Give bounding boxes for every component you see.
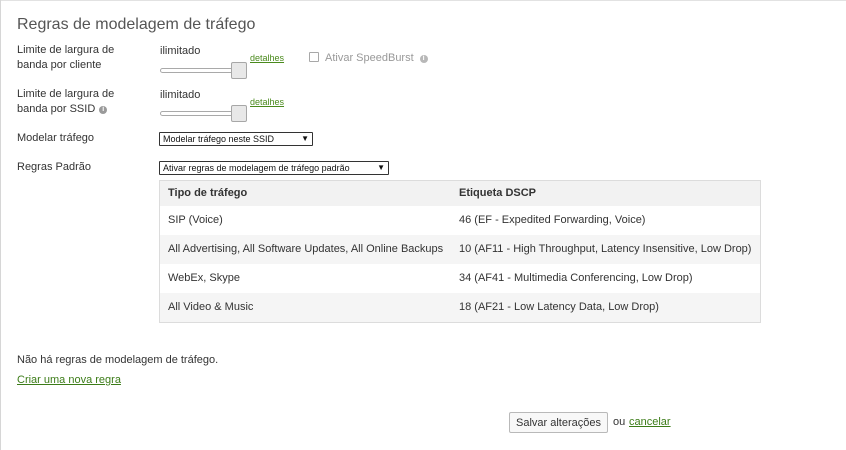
table-row: SIP (Voice) 46 (EF - Expedited Forwardin… — [160, 206, 760, 235]
create-rule-link[interactable]: Criar uma nova regra — [17, 374, 121, 386]
default-rules-table: Tipo de tráfego Etiqueta DSCP SIP (Voice… — [159, 180, 761, 323]
traffic-type-cell: WebEx, Skype — [168, 272, 240, 284]
traffic-type-cell: SIP (Voice) — [168, 214, 223, 226]
chevron-down-icon: ▼ — [301, 134, 309, 143]
traffic-type-cell: All Video & Music — [168, 301, 254, 313]
chevron-down-icon: ▼ — [377, 163, 385, 172]
ssid-bandwidth-slider[interactable] — [160, 105, 247, 123]
table-row: All Video & Music 18 (AF21 - Low Latency… — [160, 293, 760, 322]
client-bandwidth-value: ilimitado — [160, 45, 201, 57]
shape-traffic-label: Modelar tráfego — [17, 132, 95, 144]
ssid-bandwidth-value: ilimitado — [160, 89, 201, 101]
table-header: Tipo de tráfego Etiqueta DSCP — [160, 181, 760, 206]
column-header-dscp-tag: Etiqueta DSCP — [459, 187, 537, 199]
dscp-tag-cell: 10 (AF11 - High Throughput, Latency Inse… — [459, 243, 752, 255]
client-bandwidth-slider[interactable] — [160, 62, 247, 80]
slider-track — [160, 68, 242, 73]
speedburst-checkbox[interactable] — [309, 52, 319, 62]
speedburst-option[interactable]: Ativar SpeedBurst i — [309, 52, 428, 64]
cancel-link[interactable]: cancelar — [629, 416, 671, 428]
client-bandwidth-label: Limite de largura de banda por cliente — [17, 44, 115, 71]
slider-track — [160, 111, 242, 116]
default-rules-selected-value: Ativar regras de modelagem de tráfego pa… — [163, 163, 350, 173]
info-icon: i — [419, 55, 428, 63]
table-row: All Advertising, All Software Updates, A… — [160, 235, 760, 264]
default-rules-label: Regras Padrão — [17, 161, 91, 173]
dscp-tag-cell: 46 (EF - Expedited Forwarding, Voice) — [459, 214, 646, 226]
section-title: Regras de modelagem de tráfego — [17, 16, 256, 33]
save-button[interactable]: Salvar alterações — [509, 412, 608, 433]
column-header-traffic-type: Tipo de tráfego — [168, 187, 248, 199]
slider-thumb[interactable] — [231, 62, 247, 79]
speedburst-label: Ativar SpeedBurst — [325, 52, 414, 64]
ssid-bandwidth-details-link[interactable]: detalhes — [250, 97, 284, 107]
client-bandwidth-details-link[interactable]: detalhes — [250, 53, 284, 63]
shape-traffic-select[interactable]: Modelar tráfego neste SSID ▼ — [159, 132, 313, 146]
or-text: ou — [613, 416, 626, 428]
frame-left-border — [0, 0, 1, 450]
info-icon: i — [99, 106, 108, 114]
frame-top-border — [0, 0, 846, 1]
slider-thumb[interactable] — [231, 105, 247, 122]
table-row: WebEx, Skype 34 (AF41 - Multimedia Confe… — [160, 264, 760, 293]
dscp-tag-cell: 18 (AF21 - Low Latency Data, Low Drop) — [459, 301, 659, 313]
default-rules-select[interactable]: Ativar regras de modelagem de tráfego pa… — [159, 161, 389, 175]
traffic-type-cell: All Advertising, All Software Updates, A… — [168, 243, 444, 255]
shape-traffic-selected-value: Modelar tráfego neste SSID — [163, 134, 275, 144]
ssid-bandwidth-label: Limite de largura de banda por SSID i — [17, 87, 137, 117]
no-rules-message: Não há regras de modelagem de tráfego. — [17, 354, 219, 366]
dscp-tag-cell: 34 (AF41 - Multimedia Conferencing, Low … — [459, 272, 693, 284]
